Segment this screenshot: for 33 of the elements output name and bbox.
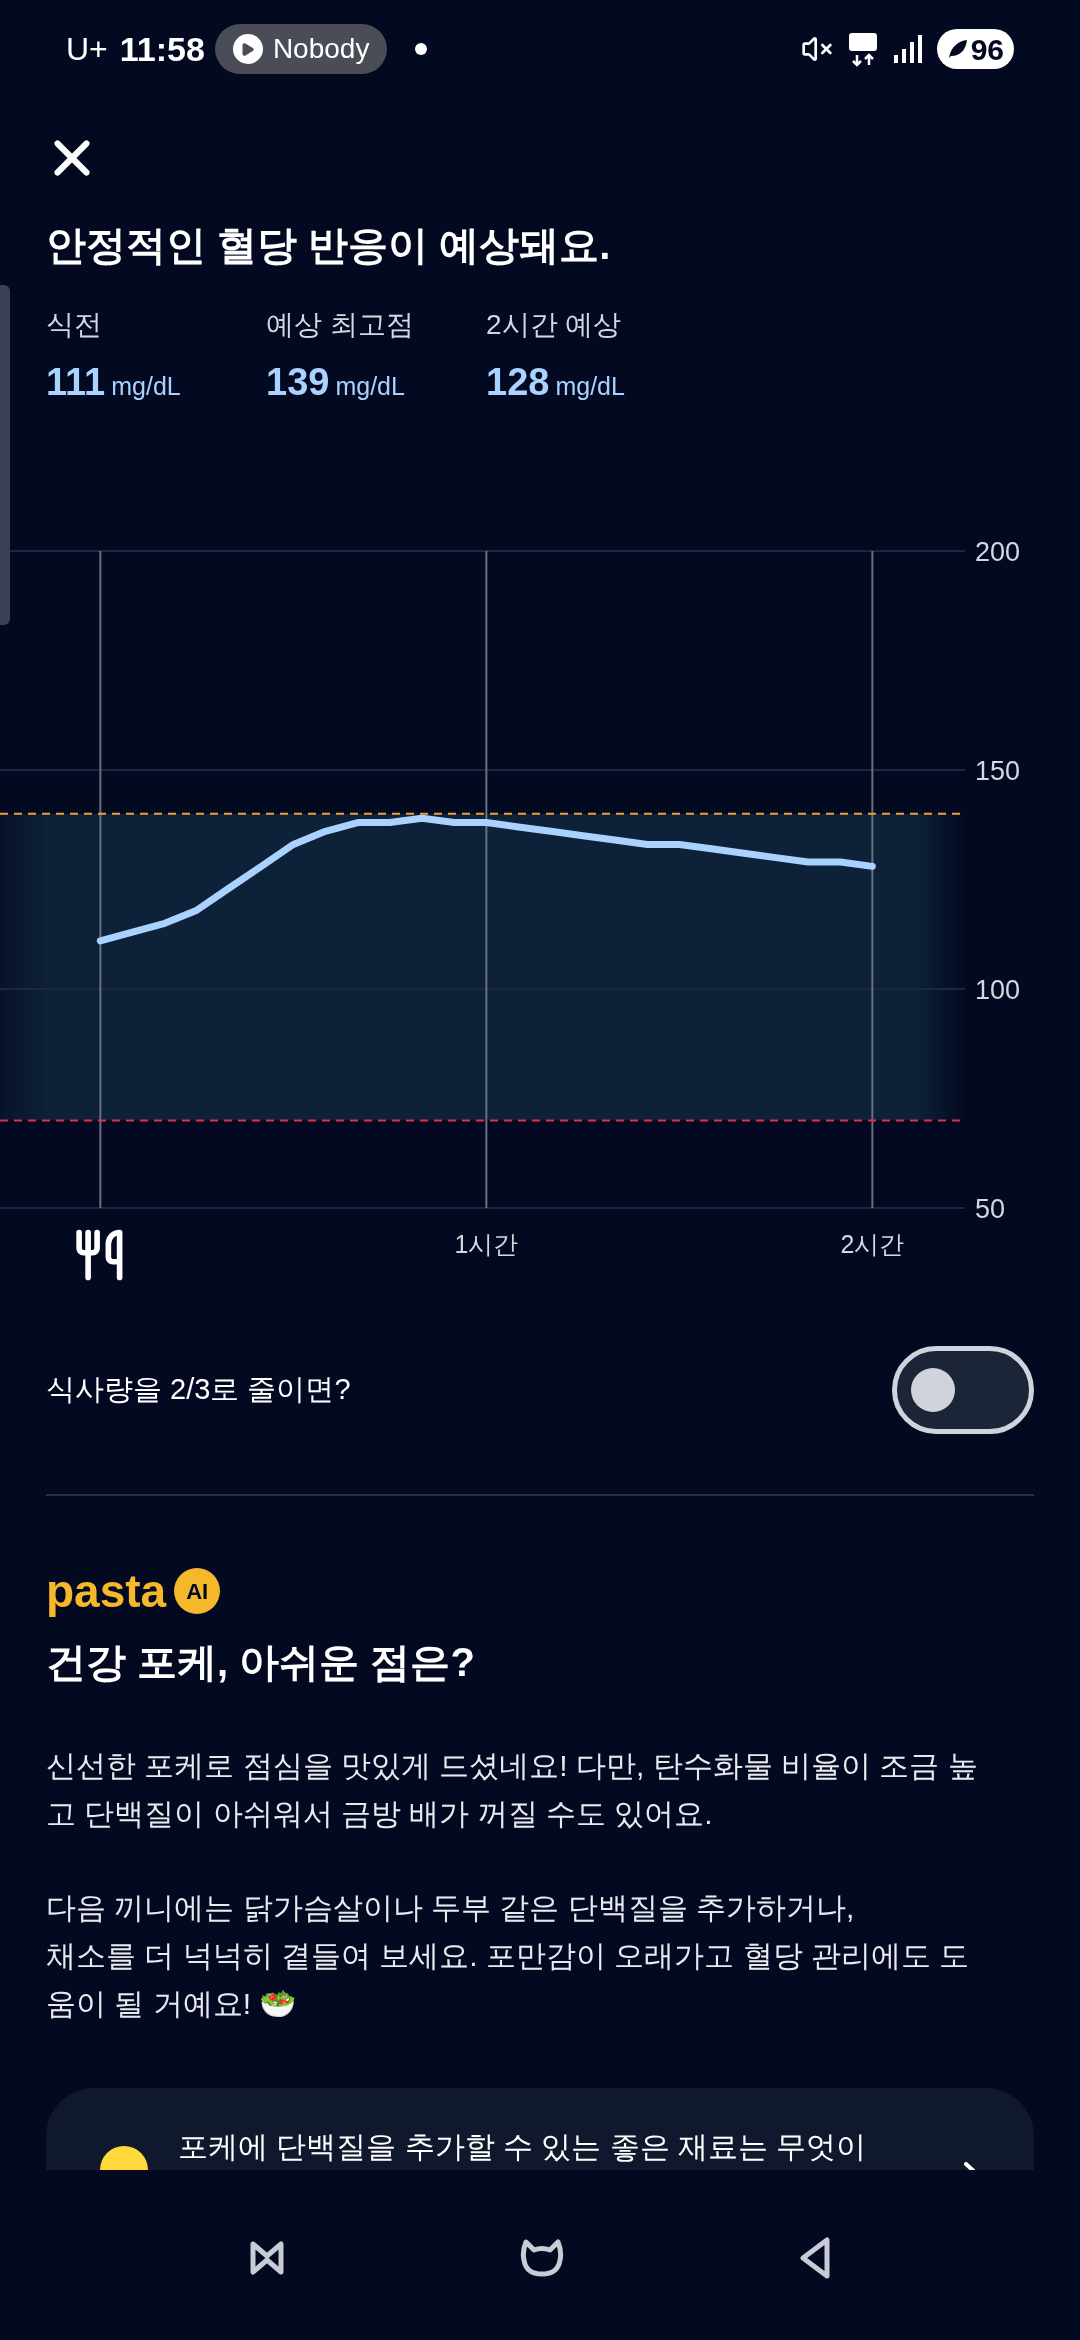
media-pill[interactable]: Nobody	[214, 24, 388, 74]
stat-unit: mg/dL	[335, 371, 405, 402]
y-tick-label: 50	[975, 1194, 1006, 1224]
ai-badge: AI	[174, 1568, 221, 1614]
signal-icon	[892, 35, 923, 63]
ai-section-title: 건강 포케, 아쉬운 점은?	[46, 1639, 476, 1686]
y-tick-label: 100	[975, 975, 1021, 1005]
stat-label: 식전	[46, 308, 103, 342]
suggestion-text: 포케에 단백질을 추가할 수 있는 좋은 재료는 무엇이	[178, 2132, 867, 2162]
home-nav-icon[interactable]	[520, 2237, 564, 2278]
carrier-label: U+	[66, 30, 108, 69]
stat-unit: mg/dL	[111, 371, 181, 402]
ai-advice-paragraph: 신선한 포케로 점심을 맛있게 드셨네요! 다만, 탄수화물 비율이 조금 높고 단백질이 아쉬워서 금방 배가 꺼질 수도 있어요.	[46, 1748, 979, 1832]
x-tick-label: 2시간	[840, 1230, 905, 1258]
x-tick-label: 1시간	[454, 1230, 519, 1258]
stat-unit: mg/dL	[555, 371, 625, 402]
portion-toggle-label: 식사량을 2/3로 줄이면?	[46, 1372, 351, 1408]
y-tick-label: 150	[975, 756, 1021, 786]
utensils-icon	[79, 1232, 120, 1278]
prediction-title: 안정적인 혈당 반응이 예상돼요.	[46, 222, 612, 269]
stat-value: 128	[486, 360, 550, 405]
stat-value: 139	[266, 360, 330, 405]
ai-advice-paragraph: 다음 끼니에는 닭가슴살이나 두부 같은 단백질을 추가하거나, 채소를 더 넉넉히 곁들여 보세요. 포만감이 오래가고 혈당 관리에도 도움이 될 거예요! 🥗	[46, 1890, 971, 2022]
leaf-icon	[946, 38, 969, 60]
edge-handle[interactable]	[0, 285, 10, 625]
clock: 11:58	[119, 28, 205, 70]
stat-label: 예상 최고점	[266, 308, 415, 342]
battery-indicator: 96	[936, 29, 1014, 69]
y-tick-label: 200	[975, 537, 1021, 567]
stat-value: 111	[46, 360, 106, 405]
suggestion-card[interactable]: 포케에 단백질을 추가할 수 있는 좋은 재료는 무엇이	[46, 2088, 1034, 2170]
play-icon	[232, 34, 263, 64]
stat-label: 2시간 예상	[486, 308, 623, 342]
